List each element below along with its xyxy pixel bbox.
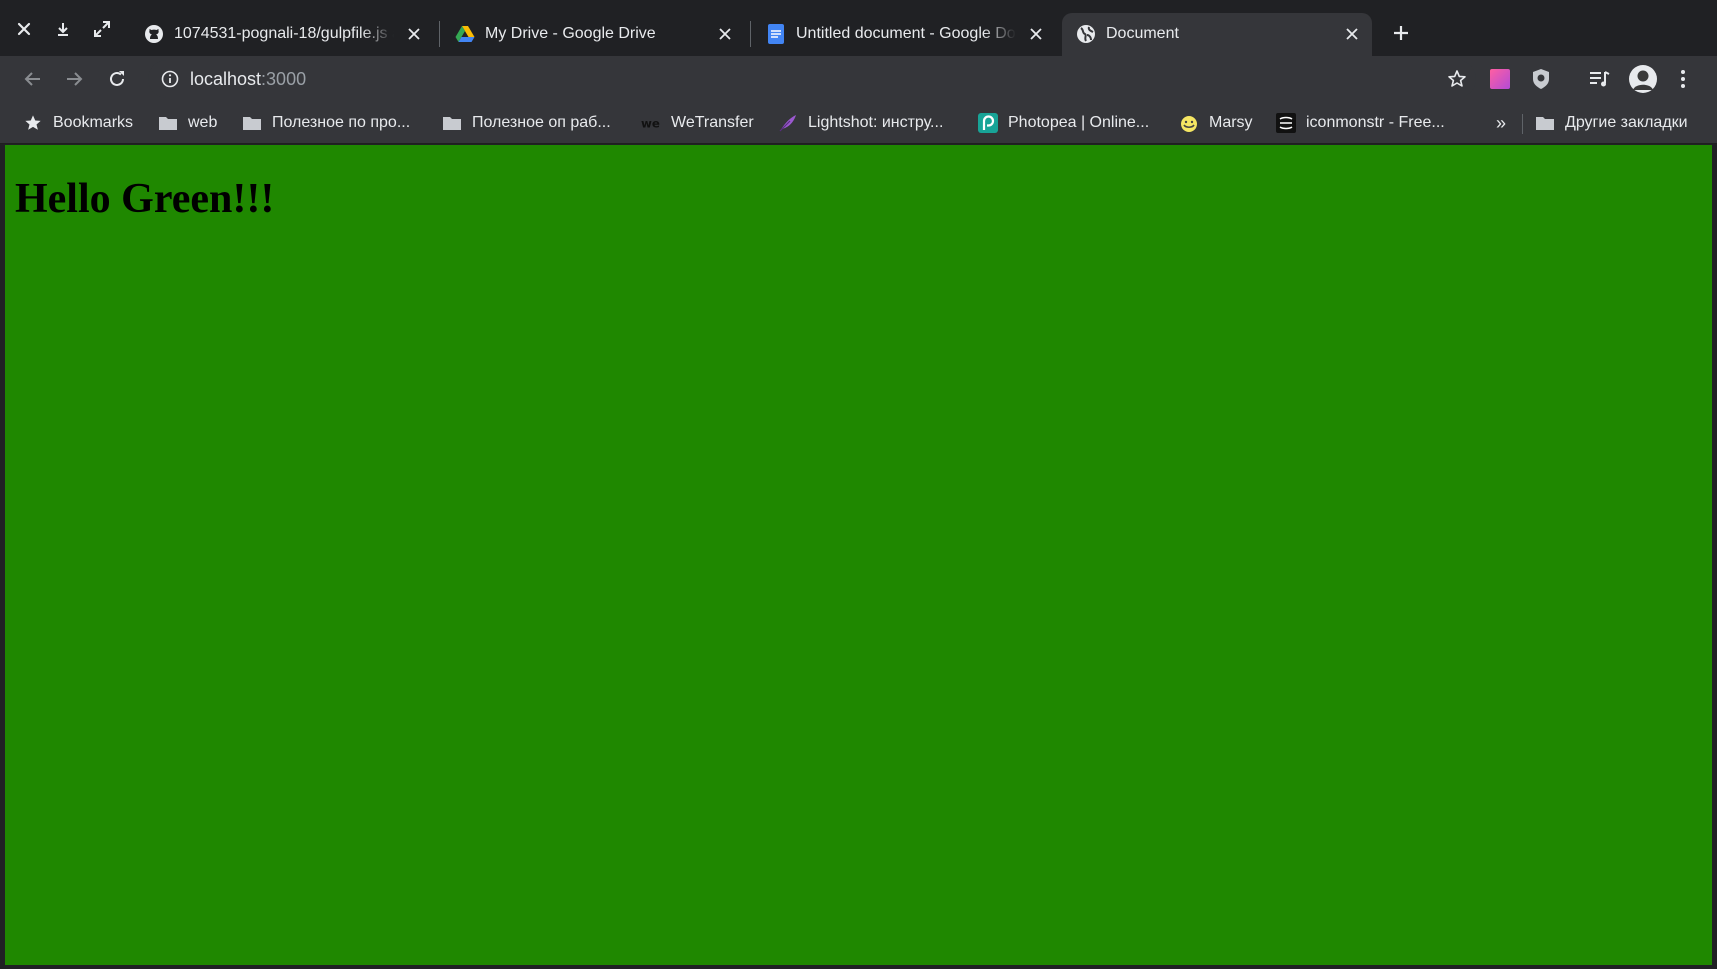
tab-google-drive[interactable]: My Drive - Google Drive — [441, 13, 745, 56]
folder-icon — [158, 113, 178, 133]
bookmark-label: Полезное по про... — [272, 114, 411, 131]
menu-icon[interactable] — [1669, 65, 1697, 93]
tab-title: My Drive - Google Drive — [485, 25, 656, 42]
tab-close-icon[interactable] — [404, 24, 424, 44]
bookmark-folder-web[interactable]: web — [158, 111, 217, 135]
reload-button[interactable] — [103, 65, 131, 93]
iconmonstr-icon — [1276, 113, 1296, 133]
expand-icon[interactable] — [89, 16, 115, 42]
github-icon — [144, 24, 164, 44]
url-host: localhost — [190, 69, 262, 89]
overflow-label: » — [1496, 112, 1507, 133]
bookmark-label: WeTransfer — [671, 114, 754, 131]
bookmark-folder-useful-work[interactable]: Полезное оп раб... — [442, 111, 611, 135]
tab-close-icon[interactable] — [715, 24, 735, 44]
download-icon[interactable] — [50, 16, 76, 42]
new-tab-button[interactable] — [1387, 19, 1415, 47]
bookmark-lightshot[interactable]: Lightshot: инстру... — [778, 111, 943, 135]
bookmarks-bar: Bookmarks web Полезное по про... Полезно… — [0, 102, 1717, 144]
tab-title: 1074531-pognali-18/gulpfile.js at master — [174, 25, 394, 42]
bookmark-iconmonstr[interactable]: iconmonstr - Free... — [1276, 111, 1445, 135]
arrow-right-icon — [67, 72, 83, 86]
tab-separator — [439, 21, 440, 47]
info-icon[interactable] — [160, 69, 180, 89]
bookmark-label: Photopea | Online... — [1008, 114, 1150, 131]
tab-close-icon[interactable] — [1026, 24, 1046, 44]
tab-strip: 1074531-pognali-18/gulpfile.js at master… — [0, 0, 1717, 56]
tab-separator — [750, 21, 751, 47]
bookmarks-separator — [1522, 114, 1523, 134]
bookmark-label: iconmonstr - Free... — [1306, 114, 1445, 131]
wetransfer-icon: we — [641, 113, 661, 133]
page-heading: Hello Green!!! — [15, 176, 275, 222]
page-content: Hello Green!!! — [5, 145, 1712, 965]
bookmark-label: Полезное оп раб... — [472, 114, 611, 131]
globe-icon — [1076, 24, 1096, 44]
media-control-icon[interactable] — [1585, 65, 1613, 93]
star-icon[interactable] — [1446, 68, 1468, 90]
url-text[interactable]: localhost:3000 — [190, 69, 306, 89]
tab-close-icon[interactable] — [1342, 24, 1362, 44]
svg-text:we: we — [641, 117, 660, 130]
tab-github[interactable]: 1074531-pognali-18/gulpfile.js at master — [130, 13, 434, 56]
google-drive-icon — [455, 24, 475, 44]
google-docs-icon — [766, 24, 786, 44]
bookmark-label: Marsy — [1209, 114, 1253, 131]
bookmark-marsy[interactable]: Marsy — [1179, 111, 1253, 135]
folder-icon — [1535, 113, 1555, 133]
tab-google-docs[interactable]: Untitled document - Google Docs — [752, 13, 1056, 56]
star-icon — [23, 113, 43, 133]
bookmark-label: Bookmarks — [53, 114, 134, 131]
folder-icon — [442, 113, 462, 133]
plus-icon — [1394, 26, 1408, 40]
arrow-left-icon — [24, 72, 40, 86]
marsy-icon — [1179, 113, 1199, 133]
address-bar[interactable]: localhost:3000 — [148, 60, 1476, 98]
bookmark-label: web — [188, 114, 218, 131]
url-port: :3000 — [261, 69, 307, 89]
bookmarks-overflow-button[interactable]: » — [1496, 111, 1506, 135]
folder-icon — [242, 113, 262, 133]
browser-window: 1074531-pognali-18/gulpfile.js at master… — [0, 0, 1717, 969]
bookmark-other-folder[interactable]: Другие закладки — [1535, 111, 1688, 135]
toolbar: localhost:3000 — [0, 56, 1717, 102]
bookmark-wetransfer[interactable]: we WeTransfer — [641, 111, 754, 135]
tab-title: Untitled document - Google Docs — [796, 25, 1016, 42]
extension-gradient-icon[interactable] — [1486, 65, 1514, 93]
bookmark-photopea[interactable]: Photopea | Online... — [978, 111, 1149, 135]
feather-icon — [778, 113, 798, 133]
avatar[interactable] — [1627, 63, 1659, 95]
back-button[interactable] — [19, 65, 47, 93]
tab-document[interactable]: Document — [1062, 13, 1372, 56]
bookmark-label: Другие закладки — [1565, 114, 1688, 131]
shield-icon[interactable] — [1527, 65, 1555, 93]
forward-button[interactable] — [60, 65, 88, 93]
bookmark-bookmarks[interactable]: Bookmarks — [23, 111, 133, 135]
close-icon[interactable] — [11, 16, 37, 42]
reload-icon — [110, 71, 124, 86]
bookmark-folder-useful-programming[interactable]: Полезное по про... — [242, 111, 410, 135]
bookmark-label: Lightshot: инстру... — [808, 114, 944, 131]
tab-title: Document — [1106, 25, 1179, 42]
photopea-icon — [978, 113, 998, 133]
